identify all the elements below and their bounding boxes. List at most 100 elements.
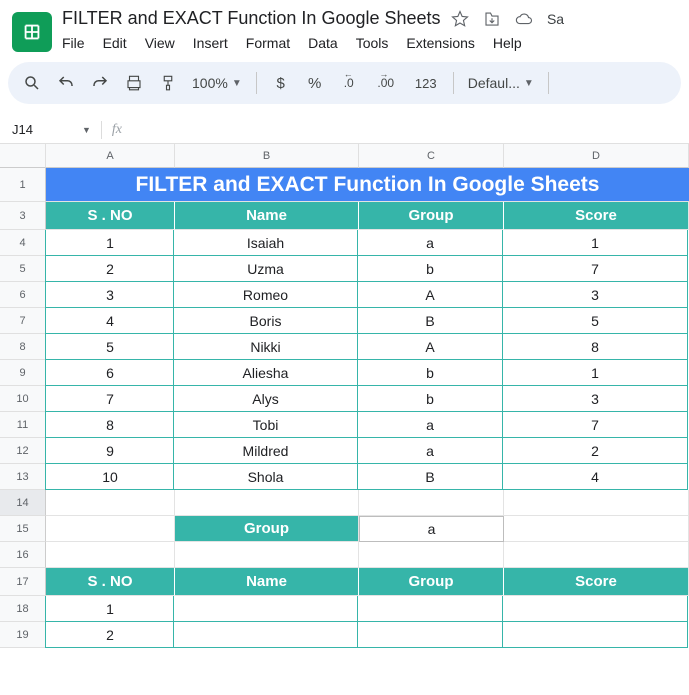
share-truncated[interactable]: Sa bbox=[547, 10, 565, 28]
col-header[interactable]: B bbox=[175, 144, 359, 168]
cell[interactable]: 7 bbox=[503, 256, 688, 282]
decrease-decimal-icon[interactable]: .0← bbox=[339, 73, 359, 93]
search-icon[interactable] bbox=[22, 73, 42, 93]
row-header[interactable]: 17 bbox=[0, 568, 46, 596]
cell[interactable]: 1 bbox=[503, 360, 688, 386]
cell[interactable]: 7 bbox=[45, 386, 174, 412]
row-header[interactable]: 10 bbox=[0, 386, 46, 412]
undo-icon[interactable] bbox=[56, 73, 76, 93]
cell[interactable]: 6 bbox=[45, 360, 174, 386]
cell[interactable]: 3 bbox=[503, 282, 688, 308]
paint-format-icon[interactable] bbox=[158, 73, 178, 93]
number-format-button[interactable]: 123 bbox=[413, 73, 439, 93]
cell[interactable]: 1 bbox=[45, 596, 174, 622]
row-header[interactable]: 8 bbox=[0, 334, 46, 360]
cell[interactable] bbox=[359, 490, 504, 516]
menu-insert[interactable]: Insert bbox=[193, 35, 228, 51]
cell[interactable]: 2 bbox=[45, 622, 174, 648]
cell[interactable]: a bbox=[358, 412, 503, 438]
cell[interactable]: B bbox=[358, 308, 503, 334]
cell[interactable] bbox=[46, 516, 175, 542]
redo-icon[interactable] bbox=[90, 73, 110, 93]
spreadsheet-grid[interactable]: A B C D 1 FILTER and EXACT Function In G… bbox=[0, 144, 689, 648]
lookup-label-cell[interactable]: Group bbox=[175, 516, 359, 542]
row-header[interactable]: 6 bbox=[0, 282, 46, 308]
cell[interactable] bbox=[358, 622, 503, 648]
cell[interactable]: 8 bbox=[45, 412, 174, 438]
cell[interactable]: 3 bbox=[45, 282, 174, 308]
header-cell[interactable]: Group bbox=[359, 568, 504, 596]
cell[interactable] bbox=[504, 490, 689, 516]
name-box[interactable]: J14 bbox=[6, 122, 72, 137]
menu-data[interactable]: Data bbox=[308, 35, 338, 51]
menu-tools[interactable]: Tools bbox=[356, 35, 389, 51]
header-cell[interactable]: S . NO bbox=[46, 568, 175, 596]
cell[interactable]: A bbox=[358, 282, 503, 308]
row-header[interactable]: 3 bbox=[0, 202, 46, 230]
cell[interactable]: B bbox=[358, 464, 503, 490]
print-icon[interactable] bbox=[124, 73, 144, 93]
cell[interactable] bbox=[46, 542, 175, 568]
cell[interactable]: 1 bbox=[503, 230, 688, 256]
currency-button[interactable]: $ bbox=[271, 73, 291, 93]
menu-help[interactable]: Help bbox=[493, 35, 522, 51]
cloud-icon[interactable] bbox=[515, 10, 533, 28]
cell[interactable]: 4 bbox=[503, 464, 688, 490]
row-header[interactable]: 14 bbox=[0, 490, 46, 516]
cell[interactable]: Alys bbox=[174, 386, 358, 412]
row-header[interactable]: 13 bbox=[0, 464, 46, 490]
zoom-select[interactable]: 100%▼ bbox=[192, 75, 242, 91]
cell[interactable]: a bbox=[358, 230, 503, 256]
cell[interactable]: 4 bbox=[45, 308, 174, 334]
cell[interactable]: 5 bbox=[45, 334, 174, 360]
lookup-value-cell[interactable]: a bbox=[359, 516, 504, 542]
cell[interactable]: 7 bbox=[503, 412, 688, 438]
cell[interactable]: 3 bbox=[503, 386, 688, 412]
cell[interactable]: Uzma bbox=[174, 256, 358, 282]
star-icon[interactable] bbox=[451, 10, 469, 28]
cell[interactable]: Shola bbox=[174, 464, 358, 490]
cell[interactable]: 9 bbox=[45, 438, 174, 464]
cell[interactable]: Nikki bbox=[174, 334, 358, 360]
cell[interactable]: Boris bbox=[174, 308, 358, 334]
increase-decimal-icon[interactable]: .00→ bbox=[373, 73, 399, 93]
cell[interactable]: Mildred bbox=[174, 438, 358, 464]
menu-view[interactable]: View bbox=[145, 35, 175, 51]
header-cell[interactable]: Name bbox=[175, 202, 359, 230]
cell[interactable] bbox=[503, 596, 688, 622]
row-header[interactable]: 11 bbox=[0, 412, 46, 438]
cell[interactable] bbox=[358, 596, 503, 622]
cell[interactable]: Romeo bbox=[174, 282, 358, 308]
header-cell[interactable]: Group bbox=[359, 202, 504, 230]
cell[interactable]: 5 bbox=[503, 308, 688, 334]
cell[interactable]: a bbox=[358, 438, 503, 464]
row-header[interactable]: 7 bbox=[0, 308, 46, 334]
menu-edit[interactable]: Edit bbox=[103, 35, 127, 51]
row-header[interactable]: 12 bbox=[0, 438, 46, 464]
select-all-corner[interactable] bbox=[0, 144, 46, 168]
col-header[interactable]: A bbox=[46, 144, 175, 168]
header-cell[interactable]: Score bbox=[504, 202, 689, 230]
row-header[interactable]: 5 bbox=[0, 256, 46, 282]
header-cell[interactable]: Name bbox=[175, 568, 359, 596]
row-header[interactable]: 18 bbox=[0, 596, 46, 622]
row-header[interactable]: 9 bbox=[0, 360, 46, 386]
cell[interactable]: 2 bbox=[503, 438, 688, 464]
cell[interactable] bbox=[175, 490, 359, 516]
col-header[interactable]: C bbox=[359, 144, 504, 168]
cell[interactable]: 1 bbox=[45, 230, 174, 256]
cell[interactable] bbox=[504, 542, 689, 568]
header-cell[interactable]: S . NO bbox=[46, 202, 175, 230]
cell[interactable] bbox=[503, 622, 688, 648]
font-select[interactable]: Defaul...▼ bbox=[468, 75, 534, 91]
row-header[interactable]: 19 bbox=[0, 622, 46, 648]
cell[interactable] bbox=[175, 542, 359, 568]
cell[interactable]: 8 bbox=[503, 334, 688, 360]
namebox-chevron-icon[interactable]: ▼ bbox=[72, 125, 101, 135]
cell[interactable]: Isaiah bbox=[174, 230, 358, 256]
cell[interactable] bbox=[504, 516, 689, 542]
cell[interactable] bbox=[174, 622, 358, 648]
cell[interactable]: b bbox=[358, 256, 503, 282]
cell[interactable]: 10 bbox=[45, 464, 174, 490]
doc-title[interactable]: FILTER and EXACT Function In Google Shee… bbox=[62, 8, 441, 29]
